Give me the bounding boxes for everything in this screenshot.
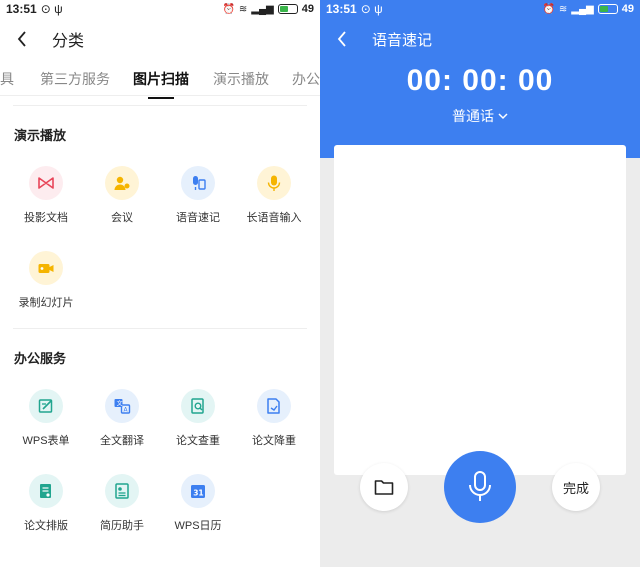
presentation-grid: 投影文档 会议 语音速记 长语音输入录制幻灯片	[0, 138, 320, 328]
feature-item[interactable]: 论文降重	[236, 389, 312, 448]
feature-label: 录制幻灯片	[18, 297, 74, 309]
status-bar: 13:51 ⊙ ψ ⏰ ≋ ▂▄▆ 49	[320, 0, 640, 18]
battery-icon	[597, 4, 618, 14]
chevron-down-icon	[498, 113, 508, 120]
done-button[interactable]: 完成	[552, 463, 600, 511]
feature-item[interactable]: WPS表单	[8, 389, 84, 448]
recording-timer: 00: 00: 00	[406, 64, 554, 97]
meeting-person-icon	[105, 166, 139, 200]
battery-level: 49	[621, 3, 634, 15]
page-title: 语音速记	[372, 31, 433, 49]
tab-third-party[interactable]: 第三方服务	[40, 69, 110, 89]
status-icons: ⏰ ≋ ▂▄▆ 49	[542, 3, 634, 15]
feature-label: 长语音输入	[246, 212, 302, 224]
record-button[interactable]	[444, 451, 516, 523]
feature-label: 会议	[111, 212, 133, 224]
microphone-icon	[469, 471, 491, 501]
calendar-icon: 31	[181, 474, 215, 508]
category-screen: 13:51 ⊙ ψ ⏰ ≋ ▂▄▆ 49 分类 具 第三方服务 图片扫描 演示播…	[0, 0, 320, 567]
signal-icon: ▂▄▆	[251, 3, 274, 15]
microphone-icon	[257, 166, 291, 200]
feature-label: 论文查重	[176, 435, 220, 447]
active-tab-indicator	[148, 97, 174, 99]
feature-label: 投影文档	[24, 212, 68, 224]
paper-layout-icon	[29, 474, 63, 508]
language-label: 普通话	[452, 108, 494, 124]
transcript-area[interactable]	[334, 145, 626, 475]
status-icons: ⏰ ≋ ▂▄▆ 49	[222, 3, 314, 15]
office-grid: WPS表单 文 A 全文翻译 论文查重 论文降重论文排版 简历助手 31 WPS日历	[0, 361, 320, 551]
status-bar: 13:51 ⊙ ψ ⏰ ≋ ▂▄▆ 49	[0, 0, 320, 18]
folder-button[interactable]	[360, 463, 408, 511]
back-icon[interactable]	[334, 31, 350, 47]
feature-label: 简历助手	[100, 520, 144, 532]
alarm-icon: ⏰	[222, 3, 235, 15]
wifi-icon: ≋	[558, 3, 568, 15]
svg-text:31: 31	[193, 489, 203, 498]
bowtie-icon	[29, 166, 63, 200]
wifi-icon: ≋	[238, 3, 248, 15]
feature-label: WPS表单	[22, 435, 70, 447]
status-app-icons: ⊙ ψ	[360, 2, 383, 16]
feature-item[interactable]: 投影文档	[8, 166, 84, 225]
feature-item[interactable]: 简历助手	[84, 474, 160, 533]
feature-label: WPS日历	[174, 520, 222, 532]
status-app-icons: ⊙ ψ	[40, 2, 63, 16]
back-icon[interactable]	[14, 31, 30, 47]
tab-image-scan[interactable]: 图片扫描	[133, 69, 189, 99]
alarm-icon: ⏰	[542, 3, 555, 15]
video-camera-icon	[29, 251, 63, 285]
feature-item[interactable]: 文 A 全文翻译	[84, 389, 160, 448]
feature-item[interactable]: 会议	[84, 166, 160, 225]
feature-item[interactable]: 论文排版	[8, 474, 84, 533]
signal-icon: ▂▄▆	[571, 3, 594, 15]
page-title: 分类	[52, 33, 85, 50]
voice-note-icon	[181, 166, 215, 200]
top-bar: 分类	[0, 18, 320, 60]
feature-item[interactable]: 论文查重	[160, 389, 236, 448]
feature-label: 论文降重	[252, 435, 296, 447]
feature-label: 语音速记	[176, 212, 220, 224]
feature-label: 全文翻译	[100, 435, 144, 447]
battery-icon	[277, 4, 298, 14]
paper-check-icon	[181, 389, 215, 423]
recorder-header: 13:51 ⊙ ψ ⏰ ≋ ▂▄▆ 49 语音速记 00: 00: 00 普通话	[320, 0, 640, 158]
top-bar: 语音速记	[320, 18, 640, 60]
feature-item[interactable]: 语音速记	[160, 166, 236, 225]
category-tabs: 具 第三方服务 图片扫描 演示播放 办公	[0, 60, 320, 99]
status-time: 13:51	[326, 2, 357, 16]
tab-office[interactable]: 办公	[292, 69, 320, 89]
paper-reduce-icon	[257, 389, 291, 423]
language-selector[interactable]: 普通话	[320, 106, 640, 126]
tab-image-scan-label: 图片扫描	[133, 71, 189, 87]
folder-icon	[374, 480, 394, 495]
battery-level: 49	[301, 3, 314, 15]
svg-text:文: 文	[117, 399, 123, 407]
tab-tools[interactable]: 具	[0, 69, 14, 89]
form-edit-icon	[29, 389, 63, 423]
feature-label: 论文排版	[24, 520, 68, 532]
voice-note-screen: 13:51 ⊙ ψ ⏰ ≋ ▂▄▆ 49 语音速记 00: 00: 00 普通话	[320, 0, 640, 567]
tab-presentation[interactable]: 演示播放	[213, 69, 269, 89]
feature-item[interactable]: 31 WPS日历	[160, 474, 236, 533]
done-label: 完成	[562, 480, 589, 496]
feature-item[interactable]: 录制幻灯片	[8, 251, 84, 310]
feature-item[interactable]: 长语音输入	[236, 166, 312, 225]
status-time: 13:51	[6, 2, 37, 16]
resume-icon	[105, 474, 139, 508]
translate-icon: 文A	[105, 389, 139, 423]
